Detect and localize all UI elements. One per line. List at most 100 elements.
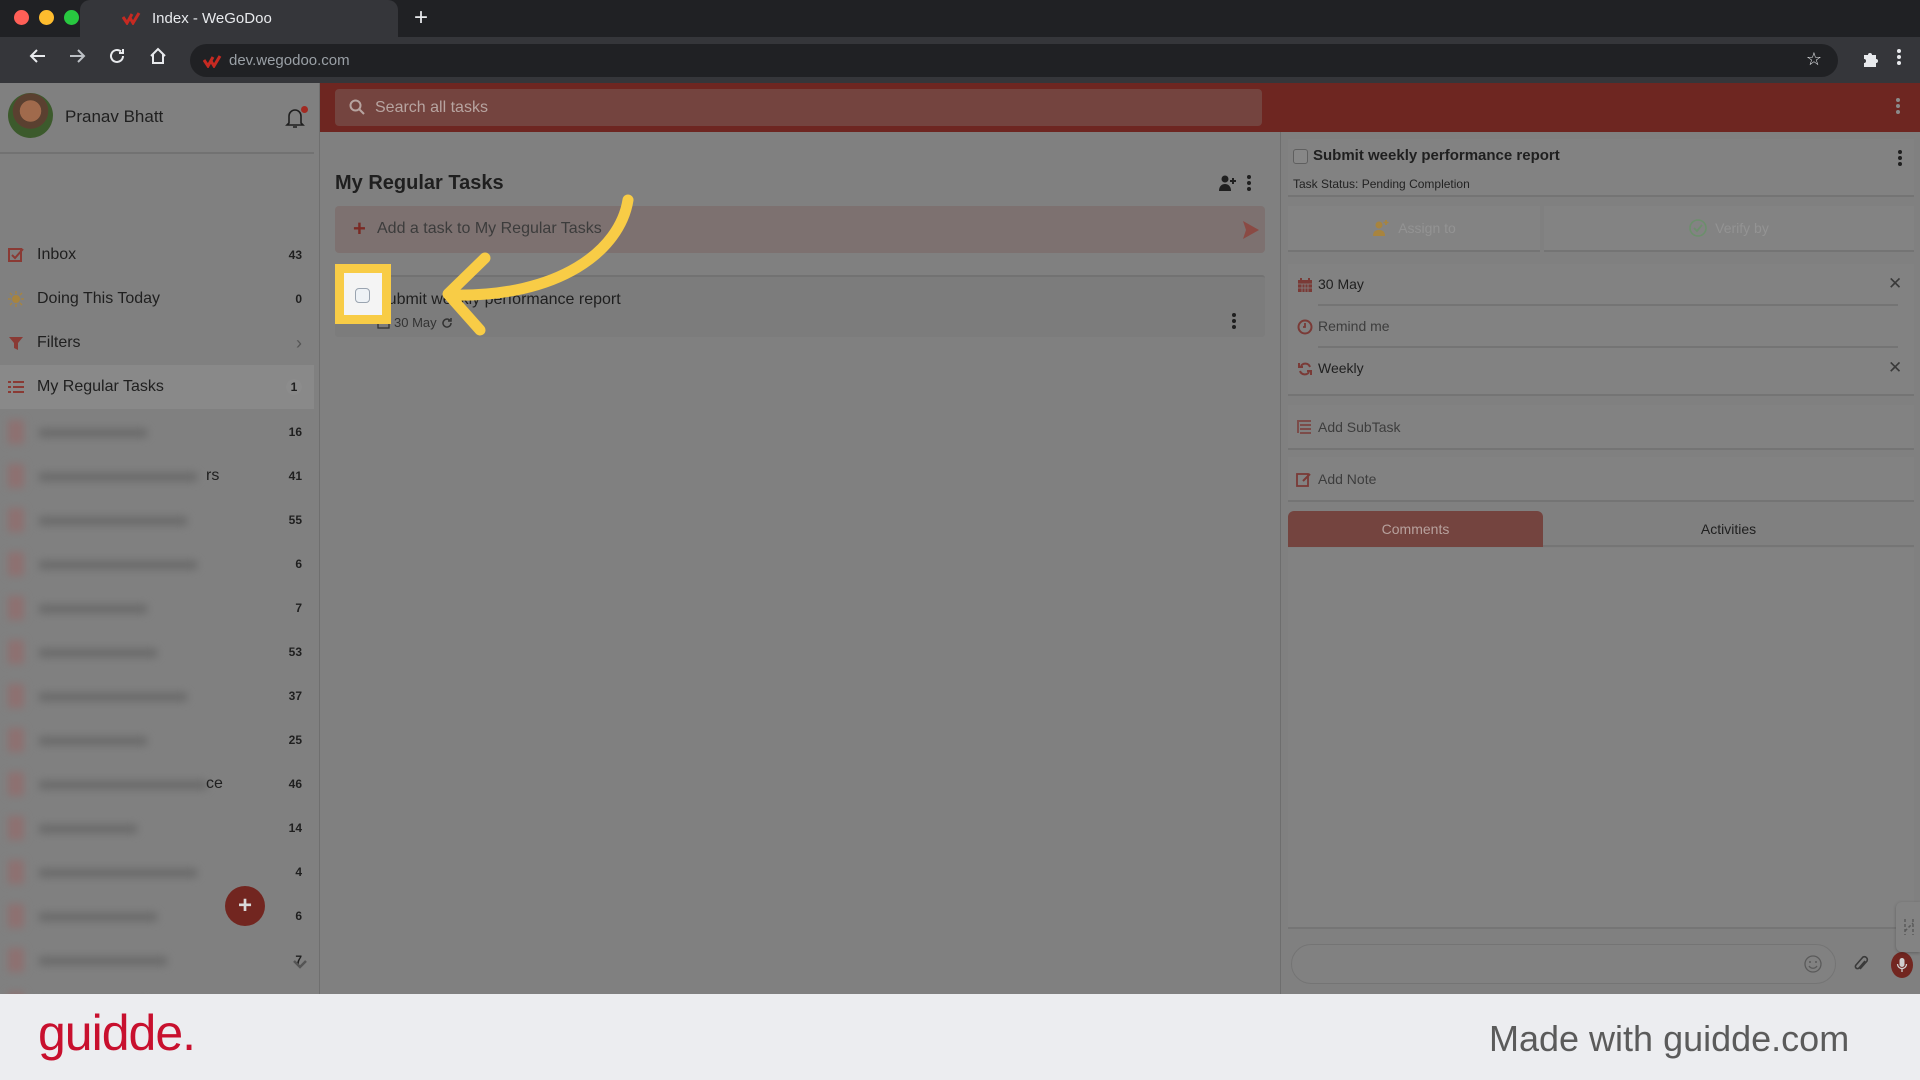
- detail-complete-checkbox[interactable]: [1293, 149, 1308, 164]
- project-count: 25: [288, 733, 302, 747]
- list-more-icon[interactable]: [1245, 173, 1253, 195]
- clock-icon: [1297, 319, 1313, 335]
- detail-task-title[interactable]: Submit weekly performance report: [1313, 147, 1560, 164]
- add-user-icon: [1373, 220, 1389, 236]
- redacted-project-name: [8, 548, 208, 580]
- bookmark-star-icon[interactable]: ☆: [1806, 49, 1822, 70]
- window-minimize-button[interactable]: [39, 10, 54, 25]
- sidebar-item-label: Doing This Today: [37, 290, 161, 307]
- detail-tabs: Comments Activities: [1288, 511, 1914, 547]
- subtask-icon: [1297, 420, 1311, 434]
- sidebar-item-my-regular-tasks[interactable]: My Regular Tasks 1: [0, 365, 314, 409]
- add-subtask-label: Add SubTask: [1318, 419, 1401, 435]
- attachment-icon[interactable]: [1852, 955, 1870, 975]
- project-count: 4: [295, 865, 302, 879]
- tab-comments[interactable]: Comments: [1288, 511, 1543, 547]
- task-more-icon[interactable]: [1230, 311, 1238, 329]
- sidebar-project-item[interactable]: 6: [0, 894, 314, 938]
- collapse-icon: [1904, 919, 1914, 935]
- tab-activities[interactable]: Activities: [1543, 511, 1914, 547]
- window-maximize-button[interactable]: [64, 10, 79, 25]
- share-members-icon[interactable]: [1218, 174, 1238, 192]
- send-icon[interactable]: [1243, 221, 1259, 239]
- due-date-value: 30 May: [1318, 276, 1364, 292]
- site-favicon-icon: [203, 55, 222, 68]
- avatar[interactable]: [8, 93, 53, 138]
- browser-toolbar: dev.wegodoo.com ☆: [0, 37, 1920, 83]
- search-input[interactable]: [375, 89, 1235, 126]
- chevron-right-icon[interactable]: ›: [296, 333, 302, 354]
- back-icon[interactable]: [24, 46, 52, 74]
- project-count: 6: [295, 557, 302, 571]
- emoji-icon[interactable]: [1803, 954, 1823, 974]
- plus-icon: +: [353, 216, 366, 241]
- verify-by-button[interactable]: Verify by: [1544, 206, 1914, 252]
- pointer-arrow-icon: [442, 194, 634, 336]
- reload-icon[interactable]: [103, 46, 131, 74]
- add-note-row[interactable]: Add Note: [1288, 457, 1914, 502]
- browser-tab[interactable]: Index - WeGoDoo: [80, 0, 398, 37]
- tab-title: Index - WeGoDoo: [152, 10, 272, 27]
- sidebar-project-item[interactable]: 25: [0, 718, 314, 762]
- assign-to-button[interactable]: Assign to: [1288, 206, 1540, 252]
- comment-input[interactable]: [1291, 944, 1836, 984]
- sidebar-item-filters[interactable]: Filters ›: [0, 321, 314, 365]
- add-project-button[interactable]: +: [225, 886, 265, 926]
- notification-badge: [301, 106, 308, 113]
- repeat-row[interactable]: Weekly ✕: [1288, 348, 1914, 390]
- project-count: 53: [288, 645, 302, 659]
- sidebar-item-inbox[interactable]: Inbox 43: [0, 233, 314, 277]
- sidebar-project-item[interactable]: 53: [0, 630, 314, 674]
- remind-me-row[interactable]: Remind me: [1288, 306, 1914, 348]
- sidebar-project-item[interactable]: 37: [0, 674, 314, 718]
- redacted-project-name: [8, 416, 208, 448]
- panel-collapse-handle[interactable]: [1896, 902, 1920, 952]
- highlighted-task-checkbox[interactable]: [355, 288, 370, 303]
- project-count: 41: [288, 469, 302, 483]
- sidebar-project-item[interactable]: 16: [0, 410, 314, 454]
- sidebar-item-count: 1: [286, 379, 302, 395]
- task-detail-panel: Submit weekly performance report Task St…: [1280, 132, 1920, 994]
- add-subtask-row[interactable]: Add SubTask: [1288, 405, 1914, 450]
- microphone-button[interactable]: [1891, 952, 1913, 978]
- redacted-project-name: [8, 504, 208, 536]
- remind-me-label: Remind me: [1318, 318, 1390, 334]
- chrome-menu-icon[interactable]: [1893, 47, 1905, 71]
- detail-more-icon[interactable]: [1896, 148, 1904, 166]
- window-close-button[interactable]: [14, 10, 29, 25]
- project-count: 7: [295, 601, 302, 615]
- new-tab-button[interactable]: +: [406, 3, 436, 33]
- sidebar-item-doing-this-today[interactable]: Doing This Today 0: [0, 277, 314, 321]
- sidebar-project-item[interactable]: rs 41: [0, 454, 314, 498]
- home-icon[interactable]: [144, 46, 172, 74]
- forward-icon[interactable]: [63, 46, 91, 74]
- verify-check-icon: [1689, 219, 1707, 237]
- sidebar-project-item[interactable]: 55: [0, 498, 314, 542]
- edit-note-icon: [1296, 473, 1311, 487]
- highlight-box: [335, 264, 391, 324]
- browser-tab-bar: Index - WeGoDoo +: [0, 0, 1920, 37]
- extensions-puzzle-icon[interactable]: [1860, 47, 1884, 71]
- sidebar-project-item[interactable]: 7: [0, 938, 314, 982]
- sidebar-item-count: 43: [288, 248, 302, 262]
- due-date-row[interactable]: 30 May ✕: [1288, 264, 1914, 306]
- header-more-icon[interactable]: [1893, 96, 1903, 120]
- divider: [0, 152, 314, 154]
- sidebar-project-item[interactable]: ce 46: [0, 762, 314, 806]
- sidebar-project-item[interactable]: 6: [0, 542, 314, 586]
- sidebar-project-item[interactable]: 7: [0, 586, 314, 630]
- address-bar[interactable]: dev.wegodoo.com ☆: [190, 44, 1838, 77]
- chevron-down-icon[interactable]: [292, 956, 308, 974]
- clear-due-date-icon[interactable]: ✕: [1888, 274, 1902, 294]
- wegodoo-logo-icon: [122, 12, 141, 25]
- search-bar[interactable]: [335, 89, 1262, 126]
- made-with-text: Made with guidde.com: [1489, 1018, 1850, 1059]
- user-profile[interactable]: Pranav Bhatt: [0, 83, 320, 149]
- clear-repeat-icon[interactable]: ✕: [1888, 358, 1902, 378]
- sidebar-project-item[interactable]: 4: [0, 850, 314, 894]
- redacted-project-name: [8, 592, 208, 624]
- sidebar-project-item[interactable]: 14: [0, 806, 314, 850]
- sidebar: Pranav Bhatt Inbox 43 Doing This Today 0 Fil…: [0, 83, 320, 1060]
- sidebar-item-label: Inbox: [37, 246, 77, 263]
- redacted-project-name: [8, 768, 208, 800]
